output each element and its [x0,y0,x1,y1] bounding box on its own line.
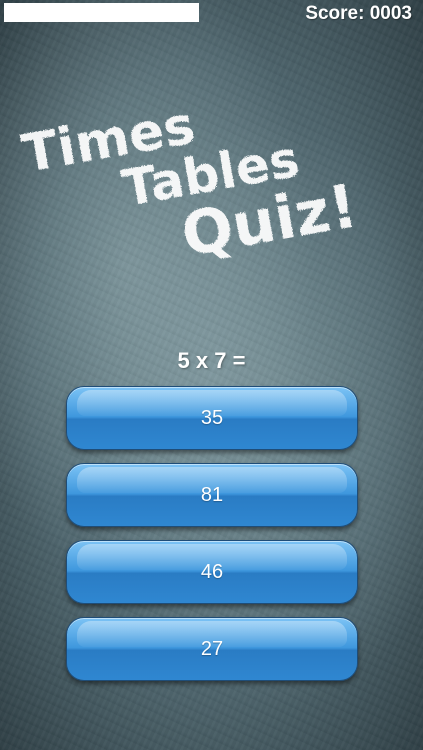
score-label: Score: 0003 [305,3,412,24]
title-logo: Times Tables Quiz! [8,92,418,272]
answer-button-2[interactable]: 81 [66,463,358,527]
question-text: 5 x 7 = [177,348,246,373]
answer-label: 81 [200,483,224,506]
answer-label: 46 [200,560,224,583]
answer-label: 35 [200,406,224,429]
answer-label: 27 [200,637,224,660]
answer-button-1[interactable]: 35 [66,386,358,450]
answer-list: 35 81 46 27 [66,386,358,694]
answer-button-3[interactable]: 46 [66,540,358,604]
answer-button-4[interactable]: 27 [66,617,358,681]
progress-bar [4,3,199,22]
